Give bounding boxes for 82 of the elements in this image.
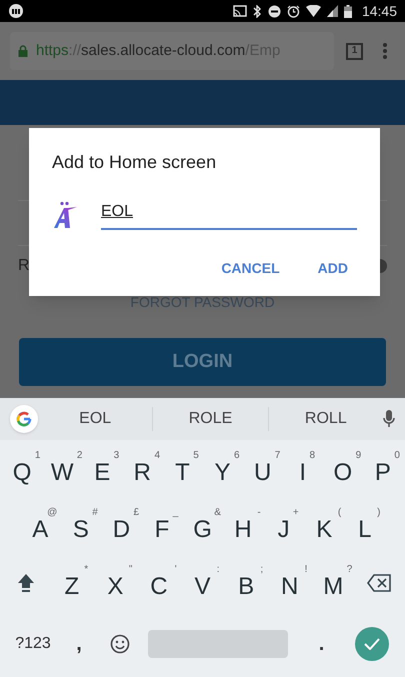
- emoji-icon: [110, 634, 130, 654]
- shift-icon[interactable]: [17, 572, 35, 592]
- clock-time: 14:45: [362, 2, 397, 20]
- dialog-title: Add to Home screen: [52, 151, 218, 174]
- key-hint: :: [216, 564, 220, 574]
- key-hint: ": [128, 564, 132, 574]
- bluetooth-icon: [252, 4, 262, 18]
- keyboard-key[interactable]: S #: [60, 506, 102, 546]
- shortcut-name-input[interactable]: EOL: [101, 200, 357, 230]
- backspace-icon[interactable]: [367, 574, 392, 592]
- key-hint: _: [172, 508, 178, 518]
- google-logo-icon[interactable]: [10, 405, 38, 433]
- key-hint: £: [134, 508, 140, 518]
- keyboard-key[interactable]: Z *: [50, 562, 94, 602]
- key-hint: +: [292, 508, 299, 518]
- key-hint: 0: [394, 450, 400, 460]
- comma-key[interactable]: ,: [62, 629, 96, 659]
- keyboard-key[interactable]: N !: [268, 562, 312, 602]
- microphone-icon[interactable]: [383, 410, 395, 428]
- key-hint: 4: [154, 450, 160, 460]
- done-key[interactable]: [355, 627, 389, 661]
- key-hint: 2: [76, 450, 82, 460]
- do-not-disturb-icon: [268, 4, 281, 18]
- keyboard-key[interactable]: J +: [263, 506, 304, 546]
- key-hint: ): [377, 508, 380, 518]
- keyboard-key[interactable]: V :: [180, 562, 224, 602]
- keyboard-key[interactable]: H -: [222, 506, 264, 546]
- more-options-icon[interactable]: [383, 43, 387, 59]
- check-icon: [364, 638, 380, 650]
- keyboard-key[interactable]: D £: [101, 506, 142, 546]
- dialog-button[interactable]: ADD: [314, 254, 352, 283]
- keyboard-key[interactable]: X ": [94, 562, 138, 602]
- keyboard-key[interactable]: K (: [304, 506, 344, 546]
- keyboard-key[interactable]: T 5: [162, 448, 202, 488]
- key-hint: 3: [114, 450, 120, 460]
- keyboard-key[interactable]: A @: [20, 506, 61, 546]
- battery-icon: [344, 4, 352, 18]
- signal-icon: [326, 5, 338, 17]
- dialog-button[interactable]: CANCEL: [217, 254, 284, 283]
- suggestion-item[interactable]: EOL: [38, 407, 152, 431]
- key-hint: 9: [356, 450, 362, 460]
- keyboard-key[interactable]: U 7: [242, 448, 283, 488]
- keyboard-key[interactable]: L ): [344, 506, 386, 546]
- keyboard-key[interactable]: E 3: [82, 448, 122, 488]
- key-hint: ': [174, 564, 177, 574]
- key-hint: &: [214, 508, 221, 518]
- key-hint: (: [338, 508, 342, 518]
- key-hint: 8: [309, 450, 316, 460]
- key-hint: #: [92, 508, 98, 518]
- keyboard-key[interactable]: P 0: [362, 448, 403, 488]
- key-hint: -: [257, 508, 261, 518]
- key-hint: 5: [193, 450, 199, 460]
- keyboard-key[interactable]: I 8: [282, 448, 323, 488]
- keyboard-key[interactable]: Q 1: [2, 448, 42, 488]
- alarm-icon: [286, 4, 300, 18]
- keyboard-key[interactable]: C ': [137, 562, 181, 602]
- keyboard-key[interactable]: M ?: [311, 562, 356, 602]
- keyboard-key[interactable]: O 9: [322, 448, 363, 488]
- key-hint: 1: [34, 450, 40, 460]
- key-hint: 6: [234, 450, 240, 460]
- notification-icon: [8, 3, 24, 19]
- wifi-icon: [306, 5, 321, 17]
- keyboard-key[interactable]: W 2: [42, 448, 82, 488]
- keyboard-key[interactable]: F _: [142, 506, 182, 546]
- keyboard-key[interactable]: Y 6: [202, 448, 243, 488]
- key-hint: 7: [274, 450, 280, 460]
- suggestion-item[interactable]: ROLL: [268, 407, 383, 431]
- suggestion-item[interactable]: ROLE: [153, 407, 268, 431]
- cast-icon: [232, 5, 247, 17]
- key-hint: !: [304, 564, 308, 574]
- app-logo-icon: [52, 201, 78, 229]
- key-hint: ;: [260, 564, 264, 574]
- lock-icon: [18, 45, 28, 57]
- keyboard-key[interactable]: B ;: [224, 562, 268, 602]
- key-hint: @: [47, 508, 58, 518]
- key-hint: ?: [346, 564, 352, 574]
- symbols-key[interactable]: ?123: [8, 632, 58, 656]
- period-key[interactable]: .: [292, 629, 351, 659]
- keyboard-key[interactable]: R 4: [122, 448, 162, 488]
- key-hint: *: [84, 564, 88, 574]
- keyboard-key[interactable]: G &: [182, 506, 223, 546]
- form-label: R: [18, 256, 30, 276]
